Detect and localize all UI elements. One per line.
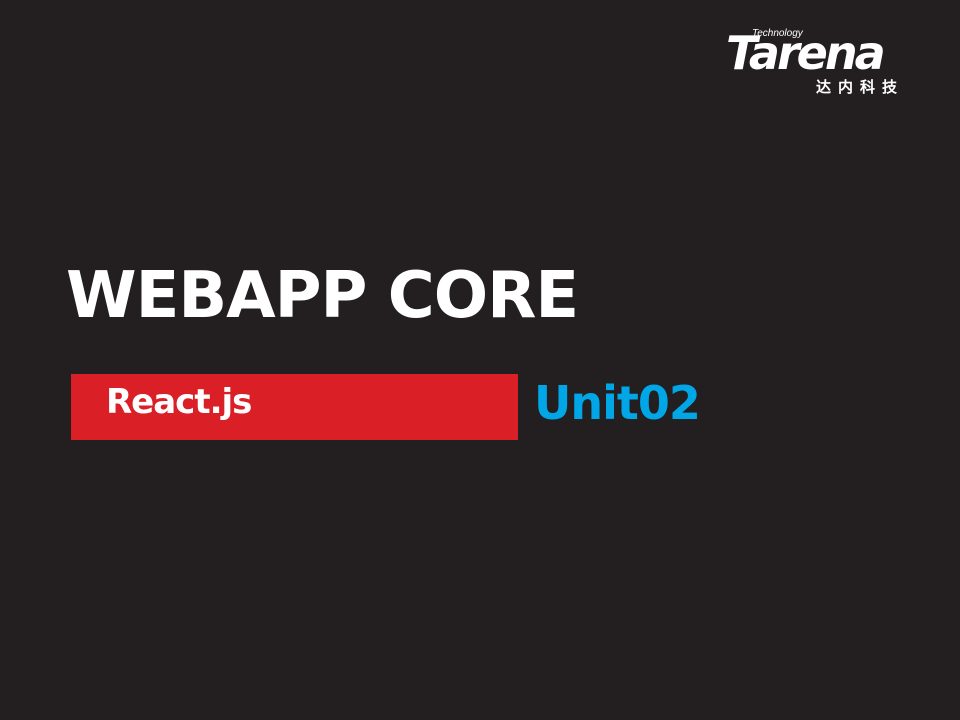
title-slide: Technology Tarena 达内科技 WEBAPP CORE React… xyxy=(0,0,960,720)
unit-label: Unit02 xyxy=(534,376,701,430)
logo-wordmark: Tarena xyxy=(726,26,886,80)
tarena-logo: Technology Tarena 达内科技 xyxy=(726,24,926,104)
slide-subtitle: React.js xyxy=(106,382,252,422)
logo-chinese-text: 达内科技 xyxy=(816,78,905,96)
slide-title: WEBAPP CORE xyxy=(66,259,579,333)
